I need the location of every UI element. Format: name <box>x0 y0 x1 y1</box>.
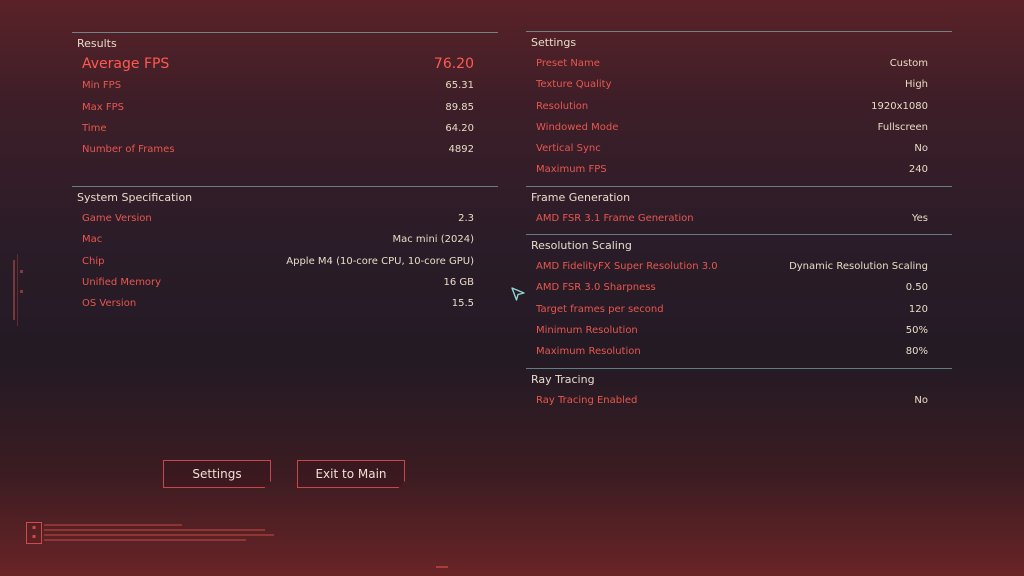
preset-name-value: Custom <box>889 58 928 69</box>
ray-tracing-enabled-row: Ray Tracing Enabled No <box>526 390 952 411</box>
settings-button[interactable]: Settings <box>163 460 271 488</box>
maximum-resolution-label: Maximum Resolution <box>536 346 641 358</box>
fsr-sharpness-value: 0.50 <box>905 282 928 294</box>
resolution-row: Resolution 1920x1080 <box>526 96 952 117</box>
fsr-sharpness-row: AMD FSR 3.0 Sharpness 0.50 <box>526 277 952 298</box>
game-version-row: Game Version 2.3 <box>72 208 498 229</box>
os-version-row: OS Version 15.5 <box>72 293 498 314</box>
maximum-resolution-row: Maximum Resolution 80% <box>526 341 952 362</box>
cursor-arrow-icon <box>511 287 525 301</box>
min-fps-label: Min FPS <box>82 80 122 92</box>
windowed-mode-value: Fullscreen <box>877 121 928 133</box>
max-fps-row: Max FPS 89.85 <box>72 97 498 118</box>
max-fps-value: 89.85 <box>445 101 474 113</box>
preset-name-label: Preset Name <box>536 58 600 69</box>
footer-legal-decoration <box>44 524 274 544</box>
target-fps-row: Target frames per second 120 <box>526 299 952 320</box>
average-fps-label: Average FPS <box>82 56 170 72</box>
settings-header: Settings <box>531 36 577 49</box>
time-row: Time 64.20 <box>72 118 498 139</box>
results-header: Results <box>77 37 117 50</box>
max-fps-label: Max FPS <box>82 101 124 113</box>
fsr-frame-generation-row: AMD FSR 3.1 Frame Generation Yes <box>526 208 952 229</box>
ray-tracing-enabled-label: Ray Tracing Enabled <box>536 395 638 406</box>
preset-name-row: Preset Name Custom <box>526 53 952 74</box>
system-panel: System Specification Game Version 2.3 Ma… <box>72 186 498 314</box>
texture-quality-label: Texture Quality <box>536 79 612 91</box>
mac-row: Mac Mac mini (2024) <box>72 229 498 250</box>
frames-row: Number of Frames 4892 <box>72 139 498 160</box>
system-header: System Specification <box>77 191 193 204</box>
resolution-label: Resolution <box>536 100 589 112</box>
side-decoration-icon <box>13 254 23 326</box>
minimum-resolution-row: Minimum Resolution 50% <box>526 320 952 341</box>
average-fps-row: Average FPS 76.20 <box>72 54 498 75</box>
min-fps-value: 65.31 <box>445 80 474 92</box>
maximum-resolution-value: 80% <box>905 346 928 358</box>
chip-label: Chip <box>82 255 105 267</box>
settings-panel: Settings Preset Name Custom Texture Qual… <box>526 31 952 181</box>
vertical-sync-row: Vertical Sync No <box>526 138 952 159</box>
frame-generation-header: Frame Generation <box>531 191 631 204</box>
chip-value: Apple M4 (10-core CPU, 10-core GPU) <box>286 255 474 267</box>
windowed-mode-row: Windowed Mode Fullscreen <box>526 117 952 138</box>
maximum-fps-row: Maximum FPS 240 <box>526 159 952 180</box>
exit-to-main-menu-button[interactable]: Exit to Main Menu <box>297 460 405 488</box>
fsr-frame-generation-value: Yes <box>911 213 928 224</box>
texture-quality-value: High <box>905 79 928 91</box>
game-logo-icon: ▪ ▪ <box>26 522 42 544</box>
frames-value: 4892 <box>448 144 474 156</box>
target-fps-label: Target frames per second <box>536 303 664 315</box>
target-fps-value: 120 <box>908 303 928 315</box>
maximum-fps-label: Maximum FPS <box>536 164 607 176</box>
maximum-fps-value: 240 <box>908 164 928 176</box>
frames-label: Number of Frames <box>82 144 175 156</box>
min-fps-row: Min FPS 65.31 <box>72 75 498 96</box>
ray-tracing-header: Ray Tracing <box>531 373 595 386</box>
memory-value: 16 GB <box>443 276 474 288</box>
fsr-mode-label: AMD FidelityFX Super Resolution 3.0 <box>536 261 718 272</box>
time-label: Time <box>82 122 107 134</box>
vertical-sync-value: No <box>914 143 928 155</box>
os-version-value: 15.5 <box>451 298 474 310</box>
ray-tracing-panel: Ray Tracing Ray Tracing Enabled No <box>526 368 952 411</box>
game-version-label: Game Version <box>82 213 152 224</box>
resolution-scaling-header: Resolution Scaling <box>531 239 632 252</box>
fsr-mode-row: AMD FidelityFX Super Resolution 3.0 Dyna… <box>526 256 952 277</box>
memory-row: Unified Memory 16 GB <box>72 272 498 293</box>
chip-row: Chip Apple M4 (10-core CPU, 10-core GPU) <box>72 251 498 272</box>
fsr-mode-value: Dynamic Resolution Scaling <box>789 261 928 272</box>
results-panel: Results Average FPS 76.20 Min FPS 65.31 … <box>72 32 498 160</box>
average-fps-value: 76.20 <box>433 56 474 72</box>
fsr-sharpness-label: AMD FSR 3.0 Sharpness <box>536 282 656 294</box>
minimum-resolution-label: Minimum Resolution <box>536 324 638 336</box>
resolution-scaling-panel: Resolution Scaling AMD FidelityFX Super … <box>526 234 952 362</box>
memory-label: Unified Memory <box>82 276 162 288</box>
fsr-frame-generation-label: AMD FSR 3.1 Frame Generation <box>536 213 694 224</box>
windowed-mode-label: Windowed Mode <box>536 121 619 133</box>
mac-value: Mac mini (2024) <box>392 234 475 246</box>
footer-tag-decoration <box>436 556 502 568</box>
resolution-value: 1920x1080 <box>871 100 928 112</box>
texture-quality-row: Texture Quality High <box>526 74 952 95</box>
mac-label: Mac <box>82 234 103 246</box>
frame-generation-panel: Frame Generation AMD FSR 3.1 Frame Gener… <box>526 186 952 229</box>
minimum-resolution-value: 50% <box>905 324 928 336</box>
time-value: 64.20 <box>445 122 474 134</box>
vertical-sync-label: Vertical Sync <box>536 143 601 155</box>
os-version-label: OS Version <box>82 298 137 310</box>
game-version-value: 2.3 <box>458 213 474 224</box>
ray-tracing-enabled-value: No <box>914 395 928 406</box>
